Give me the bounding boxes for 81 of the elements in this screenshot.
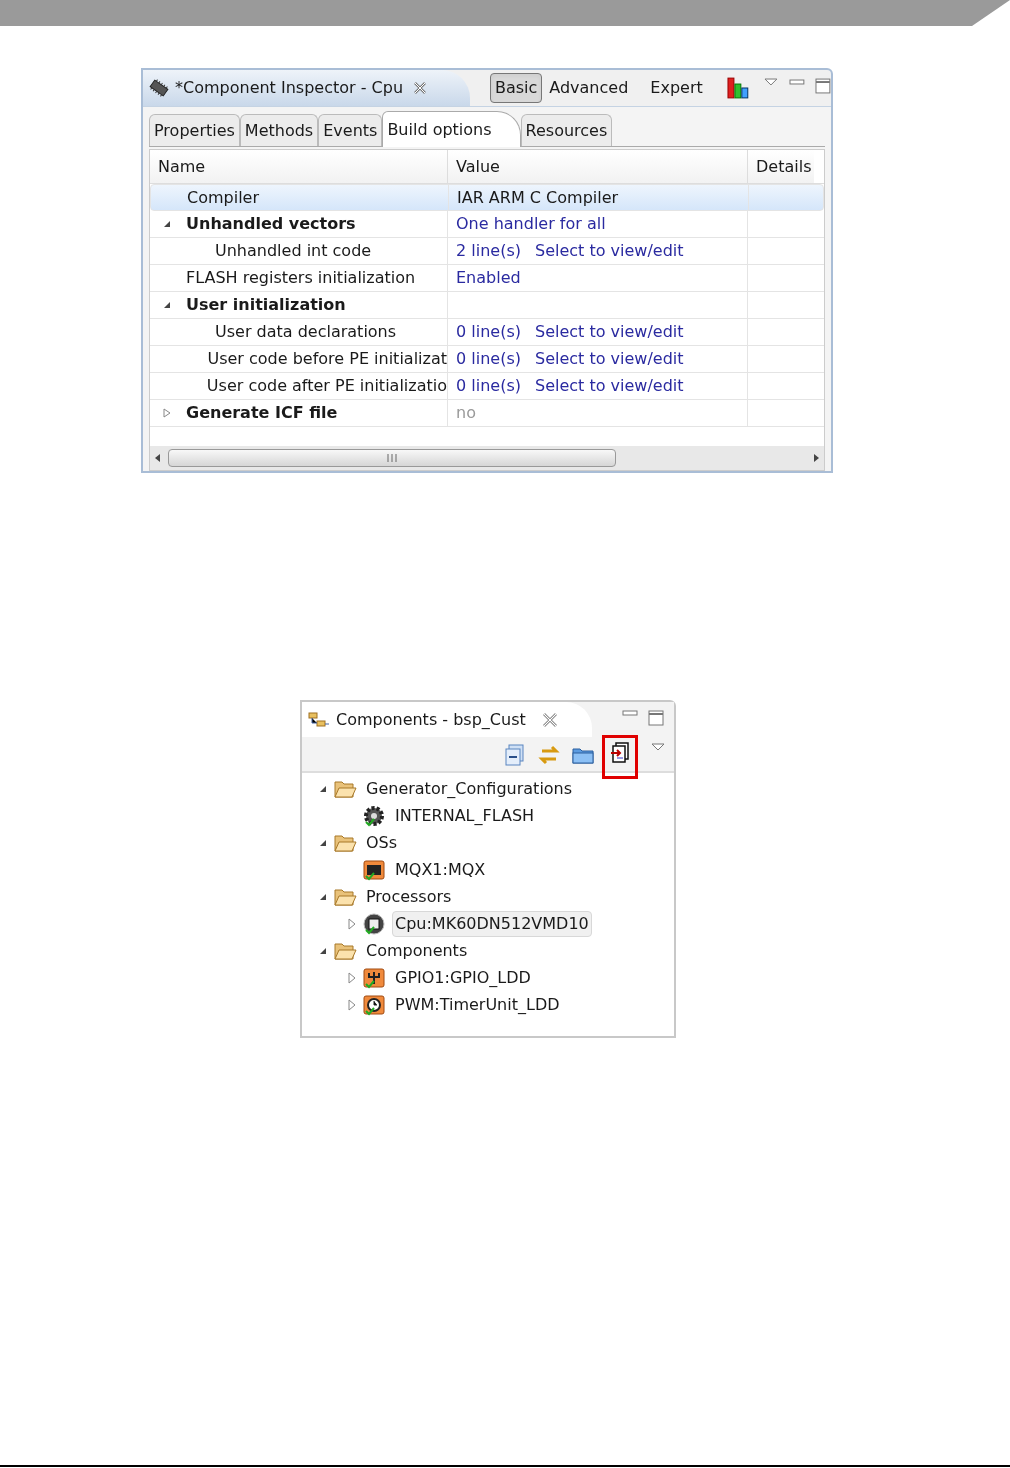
scroll-right-icon[interactable] [812,453,820,463]
property-value: Enabled [456,267,521,289]
tab[interactable]: Resources [520,114,613,146]
view-title: *Component Inspector - Cpu [175,77,404,99]
property-name: Unhandled vectors [186,213,356,235]
minimize-icon[interactable] [789,78,806,86]
tab[interactable]: Properties [149,114,240,146]
horizontal-scrollbar[interactable] [150,446,824,470]
edit-link[interactable]: Select to view/edit [534,374,684,398]
property-name: Generate ICF file [186,402,338,424]
close-icon[interactable] [541,711,558,728]
expanded-arrow-icon[interactable] [162,300,172,310]
collapsed-arrow-icon[interactable] [347,998,357,1011]
mode-button[interactable]: Expert [645,73,708,103]
property-value: One handler for all [456,213,606,235]
tab[interactable]: Build options [382,111,521,147]
folder-label[interactable]: Components [363,937,471,964]
close-icon[interactable] [413,81,428,95]
property-name: User initialization [186,294,346,316]
collapsed-arrow-icon[interactable] [162,408,172,418]
view-tab[interactable]: *Component Inspector - Cpu [143,70,470,106]
property-value: 2 line(s) [456,240,521,262]
toolbar-button[interactable] [602,735,638,779]
collapsed-arrow-icon[interactable] [347,917,357,930]
table-row[interactable]: Generate ICF file no [150,400,824,427]
tree-item[interactable]: GPIO1:GPIO_LDD [392,964,534,991]
table-row[interactable]: User initialization [150,292,824,319]
table-row[interactable]: Unhandled int code 2 line(s) Select to view/edit [150,238,824,265]
document-arrow-icon [609,740,631,763]
property-name: Compiler [187,186,259,209]
property-name: Unhandled int code [215,240,372,262]
property-value: no [456,402,476,424]
edit-link[interactable]: Select to view/edit [534,347,684,371]
edit-link[interactable]: Select to view/edit [534,239,684,263]
folder-label[interactable]: Generator_Configurations [363,775,576,802]
dropdown-icon[interactable] [763,77,780,87]
os-chip-icon [363,858,386,881]
gear-icon [363,804,386,827]
scroll-left-icon[interactable] [154,453,162,463]
expanded-arrow-icon[interactable] [162,219,172,229]
collapsed-arrow-icon[interactable] [347,971,357,984]
arrows-icon [538,744,560,767]
folder-label[interactable]: Processors [363,883,455,910]
tab[interactable]: Events [318,114,383,146]
clock-chip-icon [363,993,386,1016]
property-value: 0 line(s) [456,321,521,343]
edit-link[interactable]: Select to view/edit [534,320,684,344]
property-name: FLASH registers initialization [186,267,416,289]
tree-item[interactable]: Cpu:MK60DN512VMD10 [392,910,592,937]
table-row[interactable]: FLASH registers initialization Enabled [150,265,824,292]
property-name: User code after PE initializatio [206,375,447,397]
table-row[interactable]: User data declarations 0 line(s) Select to view/edit [150,319,824,346]
maximize-icon[interactable] [648,709,664,726]
dropdown-icon[interactable] [650,742,666,752]
scrollbar-thumb[interactable] [168,449,616,467]
property-value: 0 line(s) [456,348,521,370]
tree-item[interactable]: PWM:TimerUnit_LDD [392,991,563,1018]
tree-item[interactable]: MQX1:MQX [392,856,489,883]
property-name: User data declarations [215,321,397,343]
property-name: User code before PE initializat [207,348,447,370]
column-header[interactable]: Name [150,150,448,183]
table-row[interactable]: Unhandled vectors One handler for all [150,211,824,238]
column-header[interactable]: Value [448,150,748,183]
mode-button[interactable]: Basic [489,73,543,103]
view-title: Components - bsp_Cust [336,708,526,731]
tree-icon [308,710,330,729]
collapse-icon [504,744,526,767]
folder-label[interactable]: OSs [363,829,401,856]
view-tab[interactable]: Components - bsp_Cust [302,702,592,737]
minimize-icon[interactable] [622,708,638,717]
property-value: IAR ARM C Compiler [457,186,619,209]
selected-row[interactable]: Compiler IAR ARM C Compiler [150,184,824,211]
chip-icon [363,912,386,935]
tree-item[interactable]: INTERNAL_FLASH [392,802,538,829]
mode-button[interactable]: Advanced [544,73,634,103]
table-row[interactable]: User code before PE initializat 0 line(s) Select to view/edit [150,346,824,373]
trident-chip-icon [363,966,386,989]
property-value: 0 line(s) [456,375,521,397]
maximize-icon[interactable] [815,78,831,94]
table-row[interactable]: User code after PE initializatio 0 line(s) Select to view/edit [150,373,824,400]
tab[interactable]: Methods [239,114,319,146]
